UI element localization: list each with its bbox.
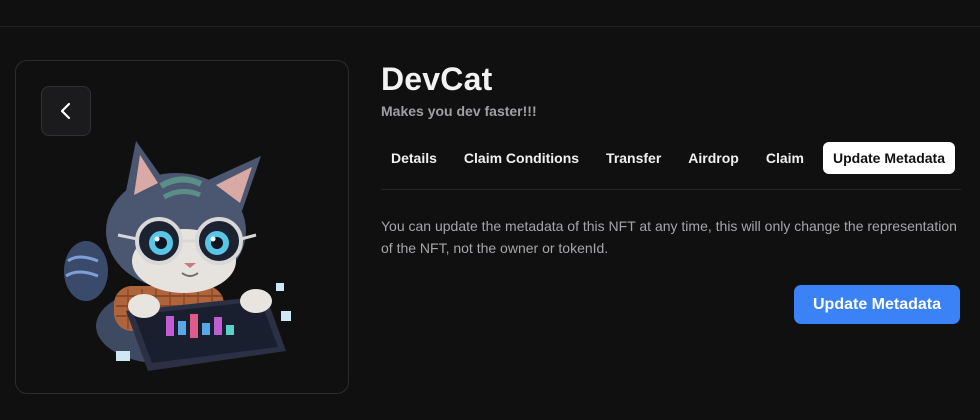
tab-bar: Details Claim Conditions Transfer Airdro… bbox=[381, 142, 961, 190]
tab-airdrop[interactable]: Airdrop bbox=[678, 142, 749, 174]
top-bar bbox=[0, 0, 980, 27]
tab-transfer[interactable]: Transfer bbox=[596, 142, 671, 174]
tab-claim[interactable]: Claim bbox=[756, 142, 814, 174]
update-metadata-button[interactable]: Update Metadata bbox=[794, 285, 960, 324]
tab-update-metadata[interactable]: Update Metadata bbox=[822, 142, 956, 174]
tab-details[interactable]: Details bbox=[381, 142, 447, 174]
nft-description: Makes you dev faster!!! bbox=[381, 103, 537, 119]
nft-info-panel: DevCat Makes you dev faster!!! Details C… bbox=[381, 60, 961, 324]
chevron-left-icon bbox=[60, 102, 71, 120]
update-metadata-description: You can update the metadata of this NFT … bbox=[381, 218, 957, 256]
tab-claim-conditions[interactable]: Claim Conditions bbox=[454, 142, 589, 174]
back-button[interactable] bbox=[41, 86, 91, 136]
nft-media-card bbox=[15, 60, 349, 394]
nft-title: DevCat bbox=[381, 61, 493, 97]
nft-image bbox=[64, 141, 291, 371]
